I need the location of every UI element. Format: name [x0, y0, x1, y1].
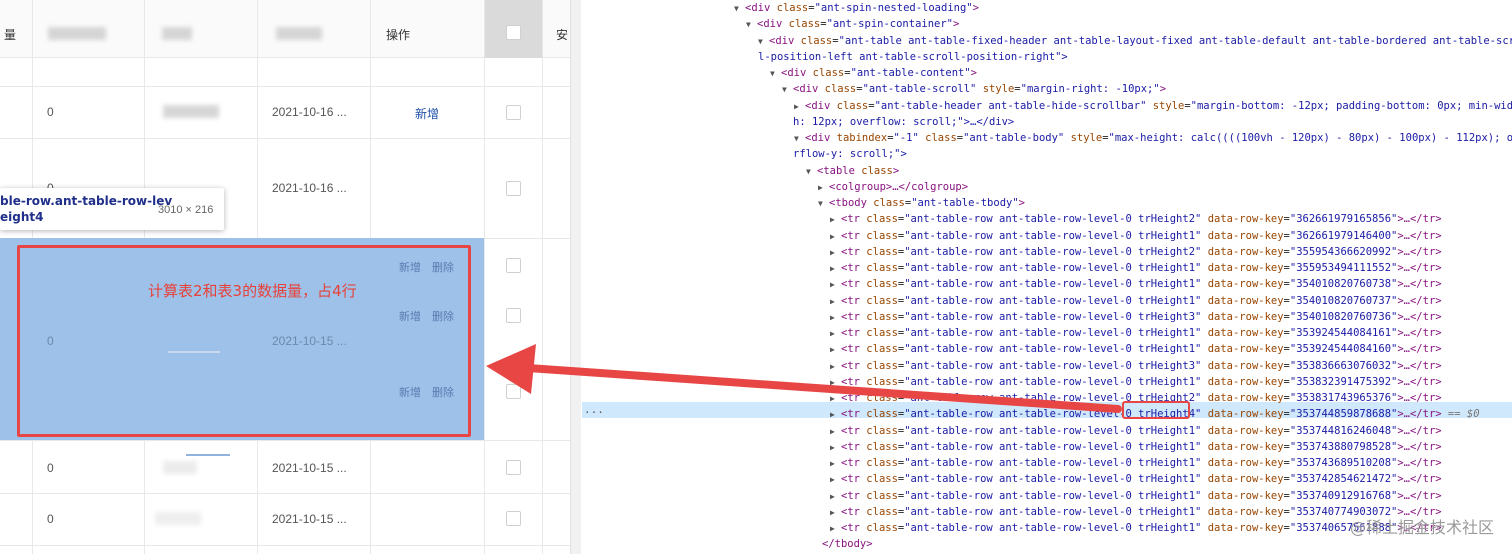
blurred-header [48, 27, 106, 40]
blurred-header [162, 27, 192, 40]
dom-node[interactable]: ▶ <tr class="ant-table-row ant-table-row-… [830, 374, 1442, 390]
blurred-cell [163, 105, 219, 118]
more-icon[interactable]: ... [584, 402, 604, 418]
dom-node[interactable]: ▶ <colgroup>…</colgroup> [818, 179, 968, 195]
row-checkbox[interactable] [506, 384, 521, 399]
row-checkbox[interactable] [506, 258, 521, 273]
add-link[interactable]: 新增 [415, 105, 439, 122]
grid-line [484, 0, 485, 554]
row-count: 0 [47, 512, 54, 526]
dom-node[interactable]: ▼ <div class="ant-table-scroll" style="ma… [782, 81, 1166, 97]
dom-node[interactable]: ▶ <tr class="ant-table-row ant-table-row-… [830, 439, 1442, 455]
inspector-tooltip: ble-row.ant-table-row-lev eight4 3010 × … [0, 188, 224, 230]
panel-scrollbar[interactable] [570, 0, 581, 554]
table-panel: 量 操作 安 0 2021-10-16 ... 新增 0 2021-10-16 … [0, 0, 570, 554]
dom-node[interactable]: ▶ <tr class="ant-table-row ant-table-row-… [830, 244, 1442, 260]
dom-node[interactable]: ▶ <tr class="ant-table-row ant-table-row-… [830, 325, 1442, 341]
dom-node[interactable]: ▶ <tr class="ant-table-row ant-table-row-… [830, 488, 1442, 504]
row-checkbox[interactable] [506, 181, 521, 196]
dom-node[interactable]: ▼ <table class> [806, 163, 899, 179]
blurred-cell [163, 461, 197, 474]
select-all-checkbox[interactable] [506, 25, 521, 40]
dom-node[interactable]: ▶ <div class="ant-table-header ant-table-… [794, 98, 1512, 114]
row-line [0, 545, 570, 546]
row-date: 2021-10-15 ... [272, 512, 347, 526]
dom-node[interactable]: ▼ <tbody class="ant-table-tbody"> [818, 195, 1025, 211]
dom-node[interactable]: h: 12px; overflow: scroll;">…</div> [793, 114, 1014, 130]
dom-node[interactable]: ▶ <tr class="ant-table-row ant-table-row-… [830, 471, 1442, 487]
blurred-header [276, 27, 322, 40]
row-line [0, 493, 570, 494]
tooltip-selector-cont: eight4 [0, 210, 44, 224]
column-header-actions: 操作 [386, 28, 411, 42]
dom-node[interactable]: rflow-y: scroll;"> [793, 146, 907, 162]
dom-node[interactable]: ▶ <tr class="ant-table-row ant-table-row-… [830, 309, 1442, 325]
row-line [0, 86, 570, 87]
blurred-cell [186, 454, 230, 456]
row-line [0, 440, 570, 441]
dom-node[interactable]: ▶ <tr class="ant-table-row ant-table-row-… [830, 211, 1442, 227]
dom-node[interactable]: ▶ <tr class="ant-table-row ant-table-row-… [830, 260, 1442, 276]
tooltip-dimensions: 3010 × 216 [158, 204, 214, 216]
watermark: @稀土掘金技术社区 [1350, 518, 1495, 537]
dom-node[interactable]: ▶ <tr class="ant-table-row ant-table-row-… [830, 455, 1442, 471]
dom-node[interactable]: ▶ <tr class="ant-table-row ant-table-row-… [830, 276, 1442, 292]
dom-node[interactable]: ▼ <div class="ant-spin-nested-loading"> [734, 0, 979, 16]
dom-node[interactable]: ▼ <div class="ant-table ant-table-fixed-h… [758, 33, 1512, 49]
dom-node[interactable]: l-position-left ant-table-scroll-positio… [758, 49, 1068, 65]
annotation-box [17, 245, 471, 437]
row-date: 2021-10-15 ... [272, 461, 347, 475]
row-date: 2021-10-16 ... [272, 181, 347, 195]
row-checkbox[interactable] [506, 105, 521, 120]
dom-node[interactable]: ▶ <tr class="ant-table-row ant-table-row-… [830, 293, 1442, 309]
annotation-text: 计算表2和表3的数据量，占4行 [148, 282, 357, 300]
dom-node[interactable]: ▶ <tr class="ant-table-row ant-table-row-… [830, 341, 1442, 357]
row-date: 2021-10-16 ... [272, 105, 347, 119]
dom-node[interactable]: ▼ <div class="ant-table-content"> [770, 65, 977, 81]
devtools-elements-panel: ... ▼ <div class="ant-spin-nested-loading… [582, 0, 1512, 554]
blurred-cell [155, 512, 201, 525]
row-count: 0 [47, 105, 54, 119]
grid-line [542, 0, 543, 554]
row-checkbox[interactable] [506, 511, 521, 526]
dom-node[interactable]: ▼ <div tabindex="-1" class="ant-table-bod… [794, 130, 1512, 146]
dom-node[interactable]: </tbody> [822, 536, 873, 552]
row-count: 0 [47, 461, 54, 475]
column-header-partial-right: 安 [556, 28, 569, 42]
dom-node[interactable]: ▼ <div class="ant-spin-container"> [746, 16, 959, 32]
tooltip-selector: ble-row.ant-table-row-lev [0, 194, 173, 208]
annotation-box [1122, 401, 1190, 419]
dom-node[interactable]: ▶ <tr class="ant-table-row ant-table-row-… [830, 228, 1442, 244]
dom-node[interactable]: ▶ <tr class="ant-table-row ant-table-row-… [830, 423, 1442, 439]
row-checkbox[interactable] [506, 460, 521, 475]
row-line [0, 138, 570, 139]
dom-node[interactable]: ▶ <tr class="ant-table-row ant-table-row-… [830, 358, 1442, 374]
row-checkbox[interactable] [506, 308, 521, 323]
column-header-partial: 量 [4, 28, 17, 42]
